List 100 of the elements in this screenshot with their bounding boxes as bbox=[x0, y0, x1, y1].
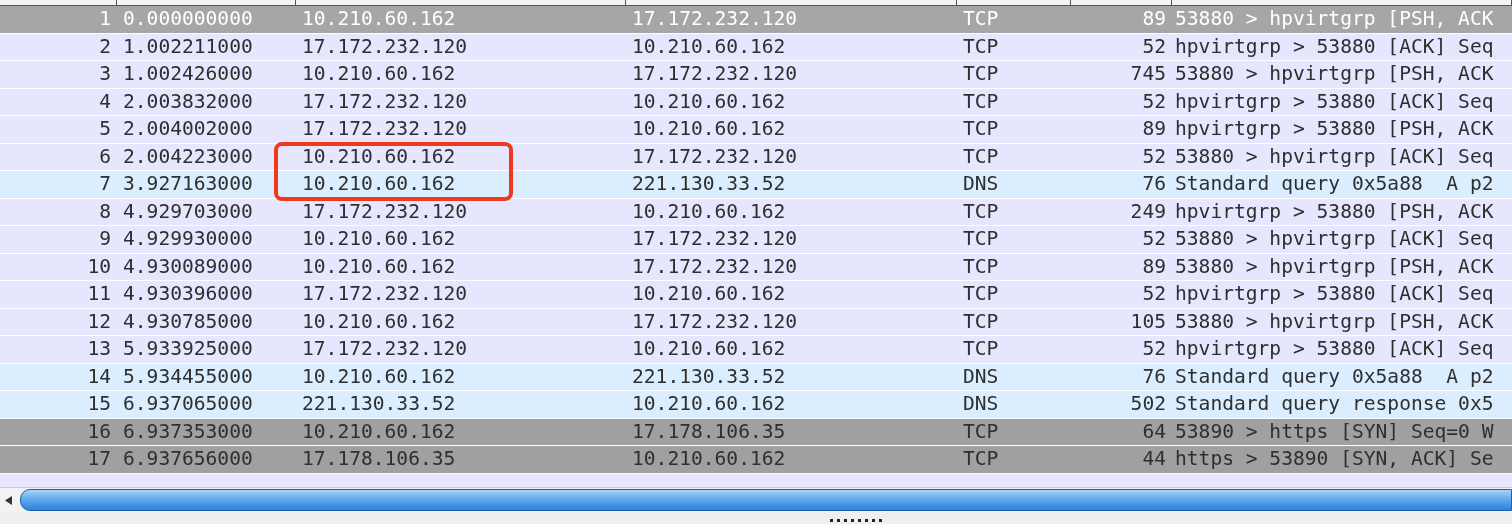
packet-row[interactable]: 8 4.929703000 17.172.232.120 10.210.60.162 TCP 249 hpvirtgrp > 53880 [PSH, ACK bbox=[0, 198, 1512, 226]
destination-address: 10.210.60.162 bbox=[631, 34, 787, 59]
length-cell-text: 89 bbox=[1141, 254, 1167, 279]
packet-number: 7 bbox=[98, 172, 112, 197]
length-cell-text: 52 bbox=[1141, 337, 1167, 362]
destination-address: 10.210.60.162 bbox=[631, 117, 787, 142]
source-address: 10.210.60.162 bbox=[301, 172, 457, 197]
packet-row[interactable]: 6 2.004223000 10.210.60.162 17.172.232.120 TCP 52 53880 > hpvirtgrp [ACK] Seq bbox=[0, 143, 1512, 171]
packet-time: 4.930089000 bbox=[122, 254, 254, 279]
protocol-cell-text: TCP bbox=[962, 282, 1000, 307]
protocol-cell-text: TCP bbox=[962, 227, 1000, 252]
packet-number: 17 bbox=[86, 447, 112, 472]
source-address: 17.178.106.35 bbox=[301, 447, 457, 472]
length-cell-text: 44 bbox=[1141, 447, 1167, 472]
protocol-cell-text: DNS bbox=[962, 364, 1000, 389]
packet-time: 3.927163000 bbox=[122, 172, 254, 197]
source-address: 10.210.60.162 bbox=[301, 62, 457, 87]
source-address: 10.210.60.162 bbox=[301, 227, 457, 252]
protocol-cell-text: TCP bbox=[962, 117, 1000, 142]
destination-address: 10.210.60.162 bbox=[631, 447, 787, 472]
info-cell-text: 53890 > https [SYN] Seq=0 W bbox=[1174, 419, 1495, 444]
destination-address: 17.172.232.120 bbox=[631, 144, 799, 169]
packet-row[interactable]: 12 4.930785000 10.210.60.162 17.172.232.120 TCP 105 53880 > hpvirtgrp [PSH, ACK bbox=[0, 308, 1512, 336]
info-cell-text: hpvirtgrp > 53880 [ACK] Seq bbox=[1174, 89, 1495, 114]
packet-time: 5.934455000 bbox=[122, 364, 254, 389]
source-address: 17.172.232.120 bbox=[301, 199, 469, 224]
length-cell-text: 89 bbox=[1141, 117, 1167, 142]
protocol-cell-text: DNS bbox=[962, 172, 1000, 197]
left-arrow-icon[interactable] bbox=[5, 495, 12, 505]
info-cell-text: hpvirtgrp > 53880 [ACK] Seq bbox=[1174, 337, 1495, 362]
source-address: 17.172.232.120 bbox=[301, 337, 469, 362]
length-cell-text: 76 bbox=[1141, 364, 1167, 389]
packet-number: 1 bbox=[98, 7, 112, 32]
protocol-cell-text: TCP bbox=[962, 419, 1000, 444]
packet-row[interactable]: 5 2.004002000 17.172.232.120 10.210.60.162 TCP 89 hpvirtgrp > 53880 [PSH, ACK bbox=[0, 116, 1512, 144]
packet-time: 5.933925000 bbox=[122, 337, 254, 362]
packet-number: 11 bbox=[86, 282, 112, 307]
packet-row[interactable]: 14 5.934455000 10.210.60.162 221.130.33.52 DNS 76 Standard query 0x5a88 A p2 bbox=[0, 363, 1512, 391]
packet-row[interactable]: 11 4.930396000 17.172.232.120 10.210.60.162 TCP 52 hpvirtgrp > 53880 [ACK] Seq bbox=[0, 281, 1512, 309]
packet-row[interactable]: 16 6.937353000 10.210.60.162 17.178.106.35 TCP 64 53890 > https [SYN] Seq=0 W bbox=[0, 418, 1512, 446]
destination-address: 17.172.232.120 bbox=[631, 309, 799, 334]
destination-address: 17.172.232.120 bbox=[631, 62, 799, 87]
protocol-cell-text: TCP bbox=[962, 199, 1000, 224]
info-cell-text: hpvirtgrp > 53880 [PSH, ACK bbox=[1174, 199, 1495, 224]
protocol-cell-text: DNS bbox=[962, 392, 1000, 417]
packet-number: 14 bbox=[86, 364, 112, 389]
packet-time: 2.004223000 bbox=[122, 144, 254, 169]
destination-address: 17.178.106.35 bbox=[631, 419, 787, 444]
length-cell-text: 502 bbox=[1129, 392, 1167, 417]
packet-row[interactable]: 17 6.937656000 17.178.106.35 10.210.60.162 TCP 44 https > 53890 [SYN, ACK] Se bbox=[0, 446, 1512, 474]
source-address: 10.210.60.162 bbox=[301, 419, 457, 444]
protocol-cell-text: TCP bbox=[962, 309, 1000, 334]
packet-row[interactable]: 9 4.929930000 10.210.60.162 17.172.232.120 TCP 52 53880 > hpvirtgrp [ACK] Seq bbox=[0, 226, 1512, 254]
length-cell-text: 52 bbox=[1141, 227, 1167, 252]
packet-number: 16 bbox=[86, 419, 112, 444]
source-address: 17.172.232.120 bbox=[301, 117, 469, 142]
info-cell-text: hpvirtgrp > 53880 [ACK] Seq bbox=[1174, 282, 1495, 307]
packet-number: 3 bbox=[98, 62, 112, 87]
info-cell-text: 53880 > hpvirtgrp [PSH, ACK bbox=[1174, 62, 1495, 87]
packet-row[interactable]: 13 5.933925000 17.172.232.120 10.210.60.162 TCP 52 hpvirtgrp > 53880 [ACK] Seq bbox=[0, 336, 1512, 364]
length-cell-text: 64 bbox=[1141, 419, 1167, 444]
destination-address: 10.210.60.162 bbox=[631, 199, 787, 224]
info-cell-text: Standard query response 0x5 bbox=[1174, 392, 1495, 417]
source-address: 10.210.60.162 bbox=[301, 144, 457, 169]
destination-address: 10.210.60.162 bbox=[631, 282, 787, 307]
packet-row[interactable]: 2 1.002211000 17.172.232.120 10.210.60.162 TCP 52 hpvirtgrp > 53880 [ACK] Seq bbox=[0, 33, 1512, 61]
destination-address: 17.172.232.120 bbox=[631, 7, 799, 32]
length-cell-text: 76 bbox=[1141, 172, 1167, 197]
packet-time: 4.929930000 bbox=[122, 227, 254, 252]
length-cell-text: 249 bbox=[1129, 199, 1167, 224]
packet-row[interactable]: 7 3.927163000 10.210.60.162 221.130.33.52 DNS 76 Standard query 0x5a88 A p2 bbox=[0, 171, 1512, 199]
destination-address: 221.130.33.52 bbox=[631, 172, 787, 197]
packet-time: 2.004002000 bbox=[122, 117, 254, 142]
length-cell-text: 52 bbox=[1141, 89, 1167, 114]
packet-row[interactable]: 10 4.930089000 10.210.60.162 17.172.232.120 TCP 89 53880 > hpvirtgrp [PSH, ACK bbox=[0, 253, 1512, 281]
packet-row[interactable]: 3 1.002426000 10.210.60.162 17.172.232.120 TCP 745 53880 > hpvirtgrp [PSH, ACK bbox=[0, 61, 1512, 89]
info-cell-text: Standard query 0x5a88 A p2 bbox=[1174, 364, 1495, 389]
length-cell-text: 745 bbox=[1129, 62, 1167, 87]
destination-address: 10.210.60.162 bbox=[631, 337, 787, 362]
packet-time: 6.937656000 bbox=[122, 447, 254, 472]
packet-time: 4.930785000 bbox=[122, 309, 254, 334]
source-address: 10.210.60.162 bbox=[301, 309, 457, 334]
packet-number: 6 bbox=[98, 144, 112, 169]
packet-number: 4 bbox=[98, 89, 112, 114]
packet-number: 8 bbox=[98, 199, 112, 224]
protocol-cell-text: TCP bbox=[962, 447, 1000, 472]
source-address: 10.210.60.162 bbox=[301, 254, 457, 279]
destination-address: 10.210.60.162 bbox=[631, 89, 787, 114]
source-address: 10.210.60.162 bbox=[301, 7, 457, 32]
info-cell-text: 53880 > hpvirtgrp [ACK] Seq bbox=[1174, 227, 1495, 252]
protocol-cell-text: TCP bbox=[962, 7, 1000, 32]
grip-icon[interactable] bbox=[830, 519, 882, 522]
packet-time: 6.937353000 bbox=[122, 419, 254, 444]
length-cell-text: 89 bbox=[1141, 7, 1167, 32]
protocol-cell-text: TCP bbox=[962, 62, 1000, 87]
packet-row[interactable]: 4 2.003832000 17.172.232.120 10.210.60.162 TCP 52 hpvirtgrp > 53880 [ACK] Seq bbox=[0, 88, 1512, 116]
packet-row[interactable]: 15 6.937065000 221.130.33.52 10.210.60.162 DNS 502 Standard query response 0x5 bbox=[0, 391, 1512, 419]
destination-address: 17.172.232.120 bbox=[631, 254, 799, 279]
info-cell-text: 53880 > hpvirtgrp [PSH, ACK bbox=[1174, 309, 1495, 334]
packet-number: 12 bbox=[86, 309, 112, 334]
